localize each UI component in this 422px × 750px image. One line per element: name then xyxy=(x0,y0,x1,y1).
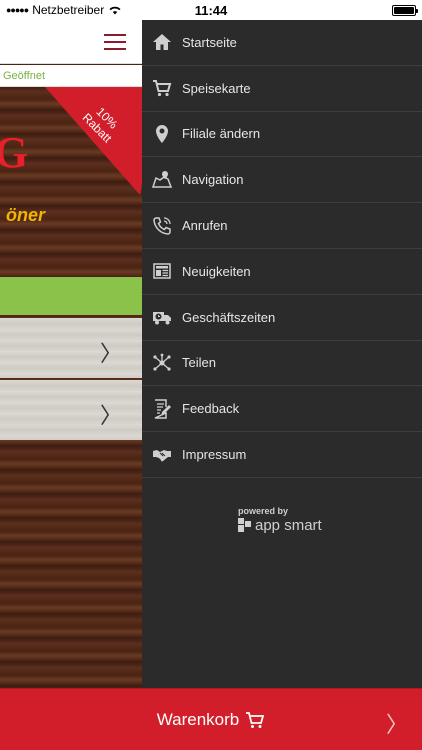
carrier-label: Netzbetreiber xyxy=(32,3,105,17)
wifi-icon xyxy=(109,6,121,15)
home-icon xyxy=(142,20,182,65)
menu-item-label: Startseite xyxy=(182,34,237,50)
content-card-1[interactable]: 〉 xyxy=(0,318,142,378)
menu-item-label: Anrufen xyxy=(182,218,228,234)
menu-item-neuigkeiten[interactable]: Neuigkeiten xyxy=(142,249,422,295)
menu-item-impressum[interactable]: Impressum xyxy=(142,432,422,478)
menu-item-label: Geschäftszeiten xyxy=(182,309,276,325)
top-bar xyxy=(0,20,142,64)
menu-item-feedback[interactable]: Feedback xyxy=(142,386,422,433)
feedback-icon xyxy=(142,386,182,431)
hamburger-menu-icon[interactable] xyxy=(104,34,126,50)
cart-icon xyxy=(246,711,265,728)
delivery-truck-icon xyxy=(142,295,182,340)
hero-logo-script: öner xyxy=(6,205,46,225)
content-card-2[interactable]: 〉 xyxy=(0,380,142,440)
chevron-right-icon: 〉 xyxy=(99,342,122,367)
side-drawer: Startseite Speisekarte Filiale ändern Na… xyxy=(142,20,422,688)
menu-item-geschaeftszeiten[interactable]: Geschäftszeiten xyxy=(142,295,422,341)
cart-icon xyxy=(142,66,182,111)
status-bar: ●●●●● Netzbetreiber 11:44 xyxy=(0,0,422,20)
menu-item-teilen[interactable]: Teilen xyxy=(142,341,422,387)
menu-item-filiale-aendern[interactable]: Filiale ändern xyxy=(142,112,422,158)
chevron-right-icon: 〉 xyxy=(99,404,122,429)
map-icon xyxy=(142,157,182,202)
signal-icon: ●●●●● xyxy=(6,5,29,15)
green-action-button[interactable] xyxy=(0,277,142,315)
menu-item-startseite[interactable]: Startseite xyxy=(142,20,422,66)
cart-button[interactable]: Warenkorb 〉 xyxy=(0,688,422,750)
powered-by-appsmart[interactable]: powered by app smart xyxy=(142,506,422,534)
appsmart-brand: app smart xyxy=(255,516,322,534)
menu-item-label: Navigation xyxy=(182,172,244,188)
menu-item-navigation[interactable]: Navigation xyxy=(142,157,422,204)
menu-item-label: Feedback xyxy=(182,401,240,417)
hero-banner[interactable]: G öner 10% Rabatt xyxy=(0,87,142,275)
share-icon xyxy=(142,340,182,385)
main-content: Geöffnet G öner 10% Rabatt 〉 〉 xyxy=(0,20,142,688)
menu-item-anrufen[interactable]: Anrufen xyxy=(142,203,422,249)
status-left: ●●●●● Netzbetreiber xyxy=(6,3,122,17)
appsmart-logo-icon xyxy=(238,518,251,533)
appsmart-logo: app smart xyxy=(238,517,422,534)
menu-item-label: Neuigkeiten xyxy=(182,263,251,279)
open-status: Geöffnet xyxy=(0,65,142,87)
menu-item-speisekarte[interactable]: Speisekarte xyxy=(142,66,422,112)
battery-icon xyxy=(392,4,418,16)
newspaper-icon xyxy=(142,249,182,294)
menu-item-label: Filiale ändern xyxy=(182,126,261,142)
menu-list: Startseite Speisekarte Filiale ändern Na… xyxy=(142,20,422,478)
powered-by-label: powered by xyxy=(238,505,289,516)
handshake-icon xyxy=(142,432,182,477)
phone-icon xyxy=(142,203,182,248)
chevron-right-icon: 〉 xyxy=(385,713,408,738)
menu-item-label: Teilen xyxy=(182,355,216,371)
status-right xyxy=(392,4,418,16)
menu-item-label: Impressum xyxy=(182,447,247,463)
cart-label: Warenkorb xyxy=(156,709,240,729)
location-pin-icon xyxy=(142,112,182,157)
menu-item-label: Speisekarte xyxy=(182,80,251,96)
